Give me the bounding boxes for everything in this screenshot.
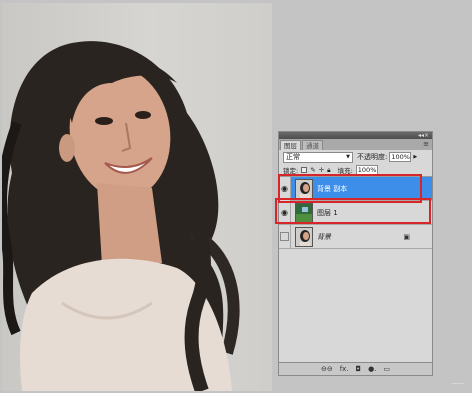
opacity-slider-icon[interactable]: ▶ <box>413 154 417 160</box>
link-icon[interactable]: ⊖⊖ <box>321 365 333 373</box>
highlight-box <box>275 198 431 224</box>
lock-position-icon[interactable]: ✛ <box>319 166 324 174</box>
lock-pixels-icon[interactable]: ✎ <box>310 166 315 174</box>
panel-menu-icon[interactable]: ≡ <box>423 139 429 150</box>
lock-icon: ▣ <box>403 232 410 241</box>
opacity-label: 不透明度: <box>357 153 388 161</box>
tab-channels[interactable]: 通道 <box>302 140 323 150</box>
tab-layers[interactable]: 图层 <box>280 140 301 150</box>
document-canvas[interactable] <box>2 3 272 391</box>
blend-row: 正常 ▼ 不透明度: 100% ▶ <box>279 150 432 164</box>
panel-titlebar: ◂◂ × <box>279 132 432 139</box>
layer-thumbnail <box>295 226 313 247</box>
adjustment-icon[interactable]: ●. <box>368 365 376 373</box>
watermark: ⎯⎯⎯ <box>452 379 464 388</box>
close-icon[interactable]: × <box>424 132 429 139</box>
layer-name: 背景 <box>317 232 331 241</box>
layers-panel: ◂◂ × 图层 通道 ≡ 正常 ▼ 不透明度: 100% ▶ 锁定: ✎ ✛ 🔒… <box>278 131 433 376</box>
fx-icon[interactable]: fx. <box>340 365 349 373</box>
chevron-down-icon: ▼ <box>346 154 350 160</box>
mask-icon[interactable]: ◘ <box>356 365 362 373</box>
layer-row-background[interactable]: 背景 ▣ <box>279 224 432 249</box>
portrait-photo <box>2 41 240 391</box>
opacity-field[interactable]: 100% <box>389 152 412 162</box>
visibility-toggle[interactable] <box>279 224 291 249</box>
blend-mode-value: 正常 <box>286 153 300 161</box>
panel-tabs: 图层 通道 ≡ <box>279 139 432 150</box>
group-icon[interactable]: ▭ <box>383 365 390 373</box>
blend-mode-select[interactable]: 正常 ▼ <box>283 151 353 163</box>
lock-transparent-icon[interactable] <box>301 167 308 173</box>
panel-toolbar: ⊖⊖ fx. ◘ ●. ▭ <box>279 362 432 375</box>
